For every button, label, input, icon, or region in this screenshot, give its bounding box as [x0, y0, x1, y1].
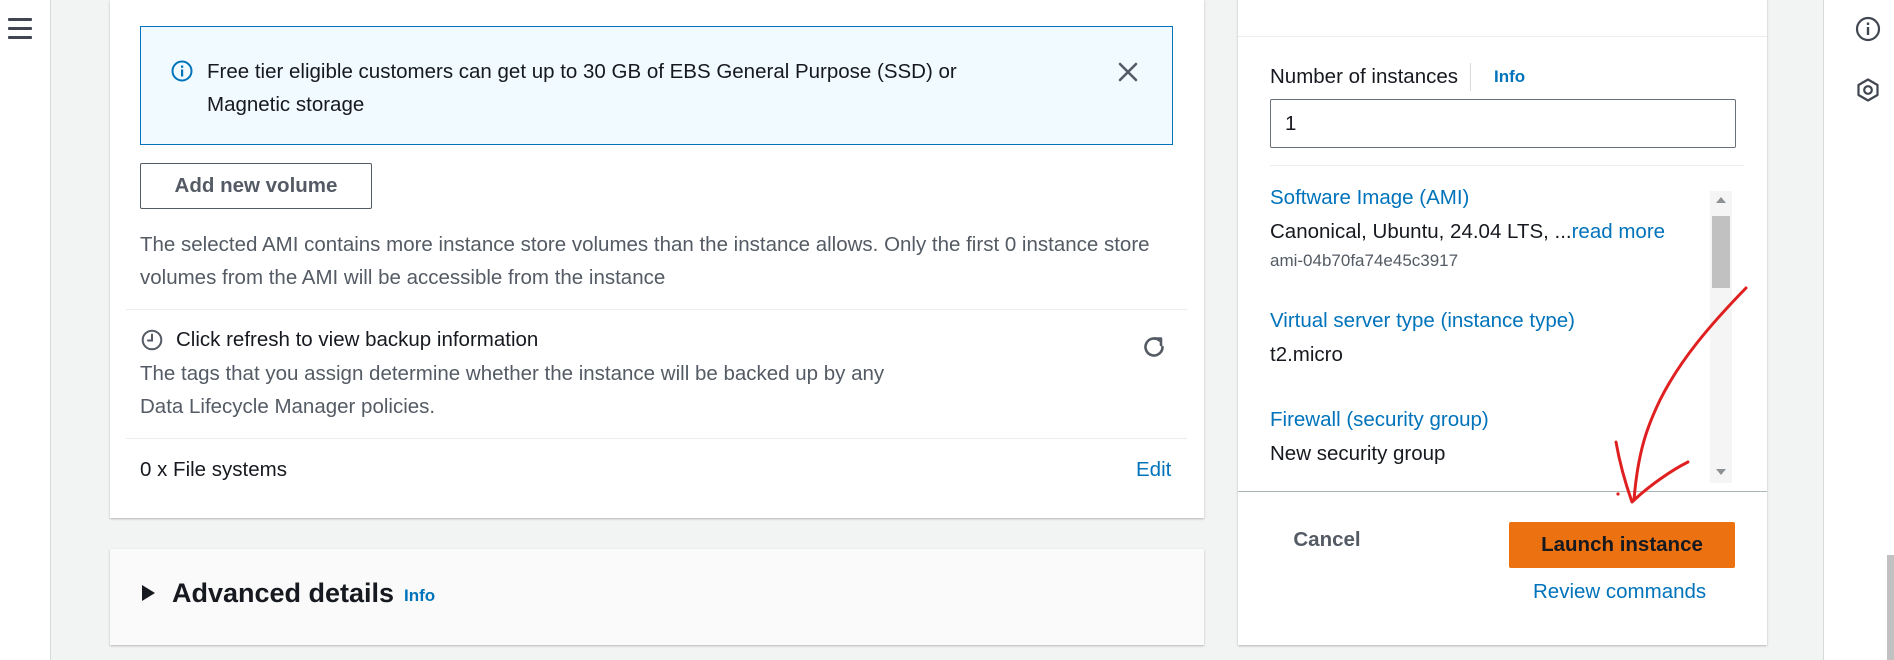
file-systems-label: 0 x File systems — [140, 458, 287, 481]
instance-type-link[interactable]: Virtual server type (instance type) — [1270, 306, 1575, 336]
section-divider — [126, 438, 1187, 439]
software-image-value: Canonical, Ubuntu, 24.04 LTS, ...read mo… — [1270, 217, 1665, 247]
section-divider — [126, 309, 1187, 310]
scroll-up-arrow-icon[interactable] — [1716, 197, 1726, 203]
hexagon-settings-icon[interactable] — [1855, 77, 1881, 103]
free-tier-notice-text: Free tier eligible customers can get up … — [207, 60, 957, 116]
info-icon[interactable] — [1855, 16, 1881, 42]
review-commands-link[interactable]: Review commands — [1533, 577, 1706, 607]
ami-instance-store-warning: The selected AMI contains more instance … — [140, 233, 1150, 289]
summary-panel: Number of instances Info Software Image … — [1238, 0, 1767, 645]
add-new-volume-button[interactable]: Add new volume — [140, 163, 372, 209]
summary-header-divider — [1238, 36, 1767, 37]
advanced-details-info-link[interactable]: Info — [404, 585, 435, 607]
free-tier-info-banner: Free tier eligible customers can get up … — [140, 26, 1173, 145]
clock-icon — [141, 329, 163, 351]
number-of-instances-info-link[interactable]: Info — [1494, 66, 1525, 88]
scrollbar-thumb[interactable] — [1712, 216, 1730, 288]
number-of-instances-input[interactable] — [1270, 99, 1736, 148]
launch-instance-button[interactable]: Launch instance — [1509, 522, 1735, 568]
close-icon[interactable] — [1113, 57, 1143, 87]
software-image-link[interactable]: Software Image (AMI) — [1270, 183, 1469, 213]
refresh-icon[interactable] — [1140, 333, 1168, 361]
scroll-down-arrow-icon[interactable] — [1716, 469, 1726, 475]
file-systems-edit-link[interactable]: Edit — [1136, 455, 1171, 485]
firewall-value: New security group — [1270, 442, 1446, 465]
backup-info-title: Click refresh to view backup information — [176, 328, 539, 351]
advanced-details-section: Advanced details Info — [110, 549, 1204, 645]
cancel-button[interactable]: Cancel — [1282, 517, 1372, 563]
software-image-name: Canonical, Ubuntu, 24.04 LTS, ... — [1270, 220, 1572, 243]
backup-info-description: The tags that you assign determine wheth… — [140, 362, 885, 418]
expand-caret-icon[interactable] — [142, 585, 155, 601]
info-circle-icon — [171, 60, 193, 82]
summary-footer-divider — [1238, 491, 1767, 492]
advanced-details-toggle[interactable]: Advanced details — [172, 575, 394, 611]
ami-id: ami-04b70fa74e45c3917 — [1270, 251, 1459, 270]
number-of-instances-label: Number of instances — [1270, 65, 1459, 88]
label-separator — [1470, 63, 1471, 91]
summary-divider — [1270, 165, 1744, 166]
left-nav-strip — [0, 0, 51, 660]
right-tools-strip — [1823, 0, 1894, 660]
hamburger-menu-icon[interactable] — [8, 18, 32, 40]
page-scrollbar-thumb[interactable] — [1887, 555, 1894, 660]
instance-type-value: t2.micro — [1270, 343, 1343, 366]
read-more-link[interactable]: read more — [1572, 220, 1665, 243]
firewall-link[interactable]: Firewall (security group) — [1270, 405, 1489, 435]
